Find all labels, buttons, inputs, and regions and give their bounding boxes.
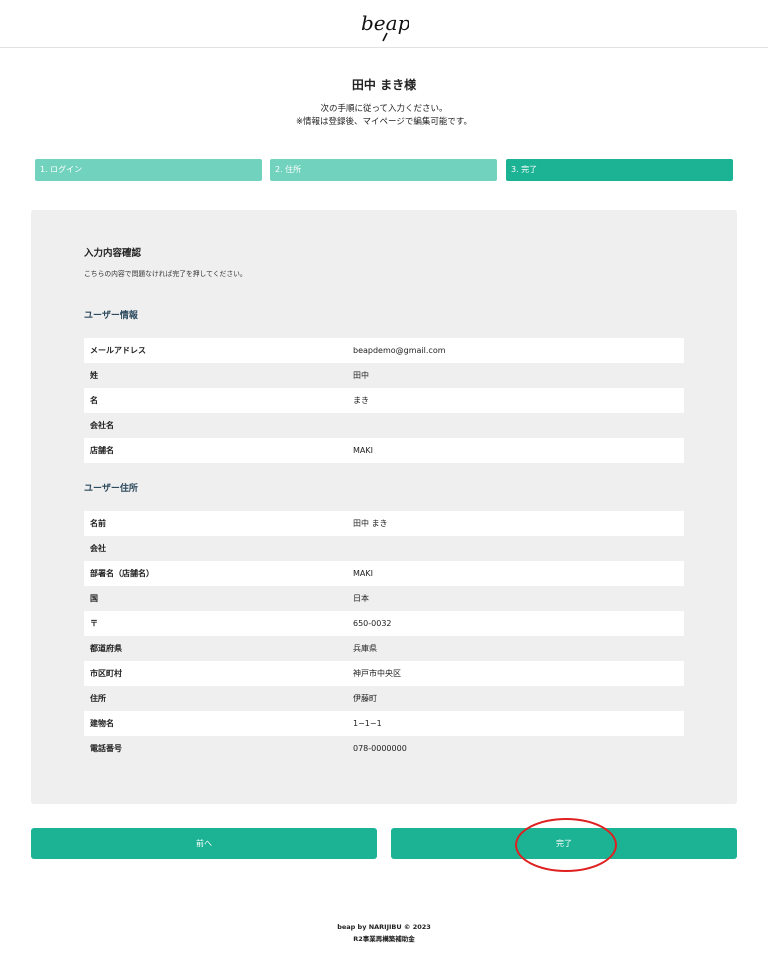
section-title-user-info: ユーザー情報 <box>84 311 138 321</box>
row-label: 都道府県 <box>90 644 122 653</box>
step-complete: 3. 完了 <box>506 159 733 181</box>
page-footer: beap by NARIJIBU © 2023 R2事業再構築補助金 <box>0 921 768 945</box>
row-label: 名 <box>90 396 98 405</box>
row-label: 電話番号 <box>90 744 122 753</box>
row-label: 建物名 <box>90 719 114 728</box>
table-row: 部署名（店舗名） MAKI <box>84 561 684 586</box>
row-label: 姓 <box>90 371 98 380</box>
table-row: 店舗名 MAKI <box>84 438 684 463</box>
table-row: 姓 田中 <box>84 363 684 388</box>
user-info-table: メールアドレス beapdemo@gmail.com 姓 田中 名 まき 会社名… <box>84 338 684 463</box>
user-address-table: 名前 田中 まき 会社 部署名（店舗名） MAKI 国 日本 〒 650-003… <box>84 511 684 761</box>
step-progress: 1. ログイン 2. 住所 3. 完了 <box>35 159 733 181</box>
row-label: 部署名（店舗名） <box>90 569 154 578</box>
beap-logo[interactable]: beap <box>359 6 409 42</box>
row-label: 住所 <box>90 694 106 703</box>
step-address: 2. 住所 <box>270 159 497 181</box>
instructions: 次の手順に従って入力ください。 ※情報は登録後、マイページで編集可能です。 <box>0 103 768 129</box>
row-value: 田中 まき <box>353 519 388 528</box>
table-row: 〒 650-0032 <box>84 611 684 636</box>
footer-copyright: beap by NARIJIBU © 2023 <box>337 923 431 931</box>
page-header: beap <box>0 0 768 48</box>
row-value: 田中 <box>353 371 369 380</box>
row-value: 1−1−1 <box>353 719 382 728</box>
confirmation-panel: 入力内容確認 こちらの内容で問題なければ完了を押してください。 ユーザー情報 メ… <box>31 210 737 804</box>
footer-subsidy: R2事業再構築補助金 <box>353 935 415 943</box>
row-label: 会社 <box>90 544 106 553</box>
step-login: 1. ログイン <box>35 159 262 181</box>
row-value: 日本 <box>353 594 369 603</box>
back-button[interactable]: 前へ <box>31 828 377 859</box>
row-label: 市区町村 <box>90 669 122 678</box>
row-label: 〒 <box>90 619 98 628</box>
row-value: beapdemo@gmail.com <box>353 346 446 355</box>
panel-title: 入力内容確認 <box>84 248 142 259</box>
row-value: 078-0000000 <box>353 744 407 753</box>
table-row: 都道府県 兵庫県 <box>84 636 684 661</box>
row-value: 伊藤町 <box>353 694 377 703</box>
row-label: 国 <box>90 594 98 603</box>
table-row: 名前 田中 まき <box>84 511 684 536</box>
row-value: 神戸市中央区 <box>353 669 401 678</box>
table-row: 電話番号 078-0000000 <box>84 736 684 761</box>
row-label: 店舗名 <box>90 446 114 455</box>
table-row: 会社 <box>84 536 684 561</box>
table-row: 建物名 1−1−1 <box>84 711 684 736</box>
svg-text:beap: beap <box>361 11 409 35</box>
row-value: まき <box>353 396 369 405</box>
row-label: メールアドレス <box>90 346 146 355</box>
table-row: メールアドレス beapdemo@gmail.com <box>84 338 684 363</box>
user-greeting: 田中 まき様 <box>351 78 417 92</box>
row-value: MAKI <box>353 569 373 578</box>
table-row: 会社名 <box>84 413 684 438</box>
section-title-user-address: ユーザー住所 <box>84 484 138 494</box>
row-label: 名前 <box>90 519 106 528</box>
row-value: 兵庫県 <box>353 644 377 653</box>
panel-subtitle: こちらの内容で問題なければ完了を押してください。 <box>84 270 247 278</box>
row-label: 会社名 <box>90 421 114 430</box>
row-value: MAKI <box>353 446 373 455</box>
table-row: 市区町村 神戸市中央区 <box>84 661 684 686</box>
table-row: 国 日本 <box>84 586 684 611</box>
instruction-line-1: 次の手順に従って入力ください。 <box>320 104 448 114</box>
row-value: 650-0032 <box>353 619 392 628</box>
highlight-annotation <box>515 818 617 872</box>
instruction-line-2: ※情報は登録後、マイページで編集可能です。 <box>295 117 473 127</box>
table-row: 名 まき <box>84 388 684 413</box>
table-row: 住所 伊藤町 <box>84 686 684 711</box>
